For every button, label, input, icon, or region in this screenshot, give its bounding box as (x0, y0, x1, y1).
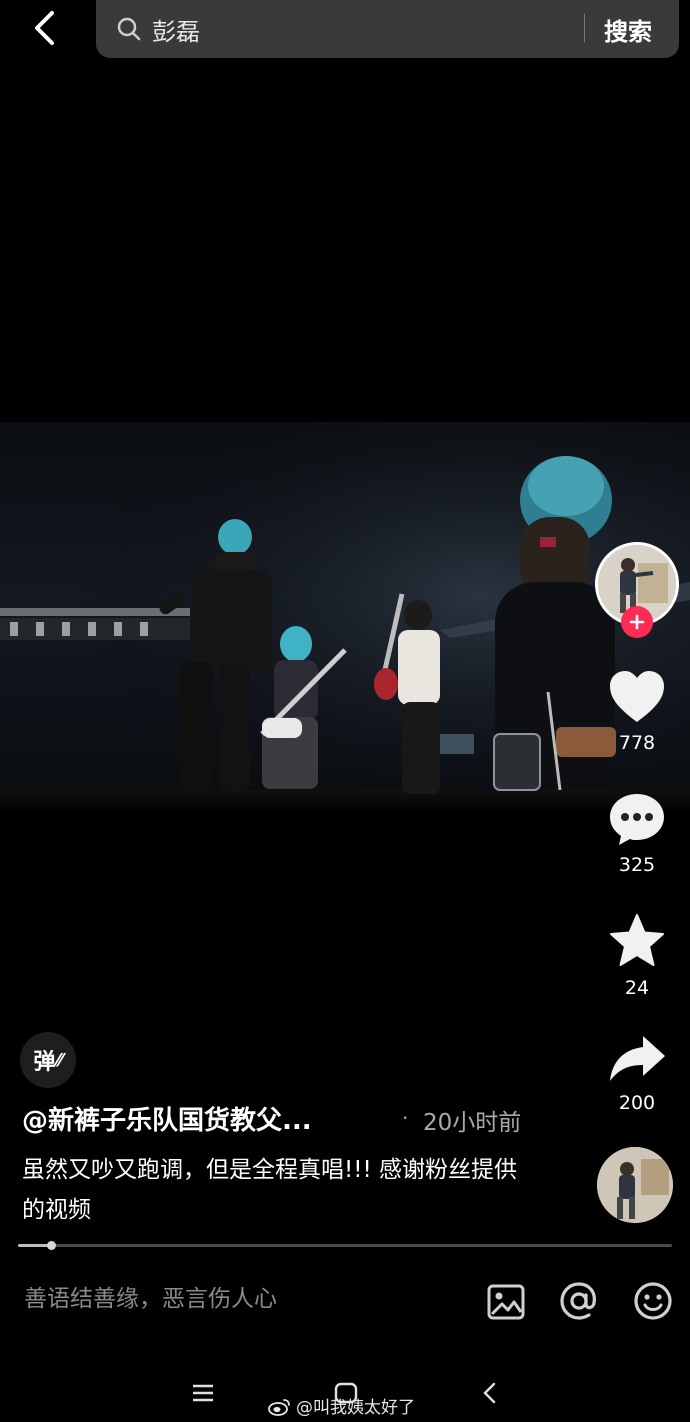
search-bar[interactable]: 彭磊 搜索 (96, 0, 679, 58)
mention-button[interactable] (557, 1279, 601, 1323)
at-icon (560, 1282, 596, 1320)
danmu-label: 弹 (33, 1050, 56, 1075)
time-separator: · (402, 1106, 409, 1130)
progress-handle[interactable] (47, 1241, 56, 1250)
share-button[interactable]: 200 (597, 1034, 677, 1114)
author-name[interactable]: @新裤子乐队国货教父... (22, 1100, 312, 1137)
comment-bubble-icon (610, 794, 664, 845)
comment-input[interactable] (22, 1270, 466, 1328)
music-disc[interactable] (597, 1147, 673, 1223)
menu-icon (193, 1384, 213, 1402)
comment-count: 325 (618, 854, 656, 876)
progress-track[interactable] (18, 1244, 672, 1247)
heart-icon (610, 671, 664, 722)
back-button[interactable] (22, 8, 68, 48)
music-cover-image (597, 1147, 673, 1223)
search-icon (117, 17, 141, 41)
search-query[interactable]: 彭磊 (152, 12, 200, 47)
post-time: 20小时前 (423, 1110, 522, 1136)
emoji-icon (634, 1282, 672, 1320)
like-count: 778 (618, 732, 656, 754)
share-count: 200 (618, 1092, 656, 1114)
like-button[interactable]: 778 (597, 670, 677, 754)
danmu-toggle-button[interactable]: 弹 ⁄⁄ (20, 1032, 76, 1088)
weibo-icon (268, 1398, 290, 1416)
star-icon (610, 914, 664, 966)
nav-back-button[interactable] (470, 1376, 510, 1410)
follow-button[interactable] (621, 606, 653, 638)
watermark: @叫我姨太好了 (268, 1393, 415, 1418)
watermark-text: @叫我姨太好了 (296, 1398, 415, 1418)
share-arrow-icon (610, 1036, 665, 1081)
back-icon (35, 11, 54, 45)
plus-icon (629, 614, 645, 630)
nav-back-icon (483, 1382, 496, 1404)
favorite-button[interactable]: 24 (597, 913, 677, 999)
search-divider (584, 14, 585, 42)
nav-menu-button[interactable] (183, 1376, 223, 1410)
image-button[interactable] (484, 1280, 528, 1324)
video-frame[interactable] (0, 422, 690, 810)
comment-button[interactable]: 325 (597, 792, 677, 876)
favorite-count: 24 (624, 977, 650, 999)
emoji-button[interactable] (631, 1279, 675, 1323)
image-icon (487, 1284, 525, 1320)
search-submit-button[interactable]: 搜索 (604, 12, 652, 47)
post-caption: 虽然又吵又跑调，但是全程真唱!!! 感谢粉丝提供的视频 (22, 1157, 517, 1223)
concert-stage-image (0, 422, 690, 810)
